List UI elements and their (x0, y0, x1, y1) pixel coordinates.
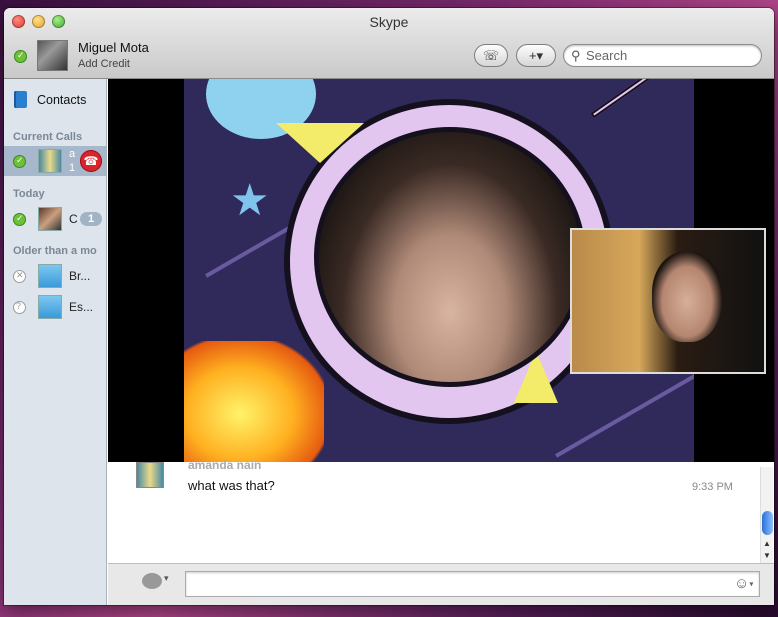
user-name: Miguel Mota (78, 40, 149, 55)
hang-up-icon[interactable]: ☎ (80, 150, 102, 172)
online-status-icon[interactable] (14, 50, 27, 63)
sidebar: Contacts Current Calls ✓ a 1 ☎ Today ✓ C… (4, 79, 107, 605)
contacts-nav-item[interactable]: Contacts (4, 91, 106, 111)
titlebar: Skype Miguel Mota Add Credit ☏ +▾ ⚲ (4, 8, 774, 79)
chat-mode-button[interactable]: ▾ (142, 573, 172, 593)
message-input[interactable] (190, 575, 730, 593)
chat-history: amanda nain what was that? 9:33 PM ▲ ▼ (108, 458, 774, 563)
sender-avatar (136, 462, 164, 488)
address-book-icon (14, 91, 27, 108)
section-current-calls: Current Calls (13, 131, 83, 143)
message-composer: ▾ ☺▾ (108, 563, 774, 605)
speech-bubble-icon (142, 573, 162, 589)
sidebar-item-older[interactable]: ✕ Br... (4, 261, 106, 291)
chat-scrollbar[interactable]: ▲ ▼ (760, 467, 773, 563)
sidebar-item-current-call[interactable]: ✓ a 1 ☎ (4, 146, 106, 176)
star-shape: ★ (230, 176, 270, 225)
message-field[interactable]: ☺▾ (185, 571, 760, 597)
contacts-label: Contacts (37, 93, 87, 107)
search-field[interactable]: ⚲ (563, 44, 762, 67)
add-credit-link[interactable]: Add Credit (78, 58, 130, 70)
self-person (652, 252, 722, 342)
search-icon: ⚲ (571, 48, 581, 63)
skype-window: Skype Miguel Mota Add Credit ☏ +▾ ⚲ Cont… (4, 8, 774, 605)
section-today: Today (13, 188, 45, 200)
user-avatar[interactable] (37, 40, 68, 71)
dialpad-button[interactable]: ☏ (474, 44, 508, 67)
add-icon: +▾ (528, 47, 544, 63)
avatar (38, 264, 62, 288)
window-title: Skype (369, 14, 409, 30)
chevron-down-icon: ▾ (749, 579, 754, 589)
remote-person (314, 127, 586, 387)
sidebar-item-today[interactable]: ✓ C 1 (4, 204, 106, 234)
avatar (38, 207, 62, 231)
search-input[interactable] (586, 47, 756, 64)
unknown-status-icon: ? (13, 301, 26, 314)
online-status-icon: ✓ (13, 155, 26, 168)
scroll-thumb[interactable] (762, 511, 773, 535)
message-time: 9:33 PM (692, 481, 733, 493)
offline-status-icon: ✕ (13, 270, 26, 283)
message-sender: amanda nain (188, 458, 262, 472)
participant-count: 1 (69, 162, 76, 174)
smiley-icon: ☺ (734, 575, 750, 592)
message-text: what was that? (188, 478, 275, 493)
contact-name: Es... (69, 300, 94, 314)
avatar (38, 149, 62, 173)
spike-shape (590, 79, 668, 119)
dialpad-icon: ☏ (482, 47, 500, 63)
online-status-icon: ✓ (13, 213, 26, 226)
chevron-down-icon: ▾ (164, 573, 169, 583)
video-call-area[interactable]: ★ (108, 79, 774, 462)
contact-name: a (69, 148, 76, 160)
add-button[interactable]: +▾ (516, 44, 556, 67)
section-older: Older than a mo (13, 245, 97, 257)
flame-shape (184, 341, 324, 462)
contact-name: Br... (69, 269, 91, 283)
scroll-up-icon[interactable]: ▲ (763, 539, 771, 548)
triangle-shape (276, 123, 364, 163)
scroll-down-icon[interactable]: ▼ (763, 551, 771, 560)
sidebar-item-older[interactable]: ? Es... (4, 292, 106, 322)
self-video-preview[interactable] (570, 228, 766, 374)
emoticon-button[interactable]: ☺▾ (734, 575, 753, 592)
unread-badge: 1 (80, 212, 102, 226)
streak-shape (555, 364, 694, 458)
avatar (38, 295, 62, 319)
